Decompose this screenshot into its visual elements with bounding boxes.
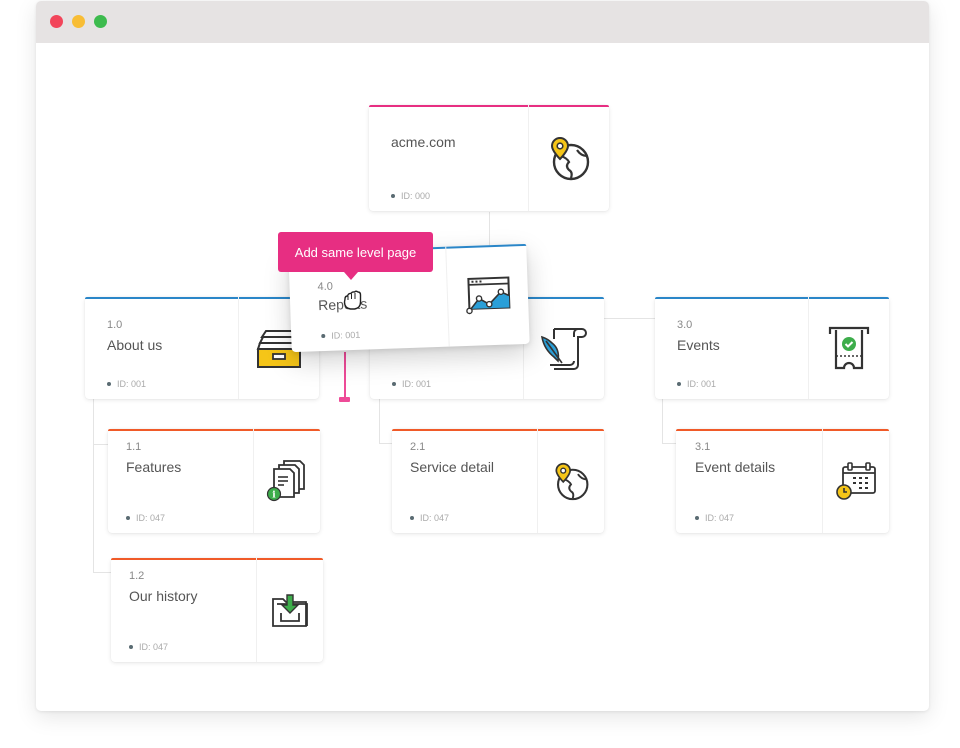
connector-line <box>489 212 490 248</box>
card-icon-cell <box>808 297 889 399</box>
svg-text:i: i <box>272 491 276 501</box>
card-id: ID: 001 <box>107 379 146 389</box>
sitemap-canvas: acme.com ID: 000 1.0 About us ID: 001 ID… <box>0 0 960 748</box>
drop-indicator-line <box>344 352 346 399</box>
card-number: 1.2 <box>129 570 145 582</box>
page-card-features[interactable]: 1.1 Features ID: 047 i <box>108 429 320 533</box>
page-card-event-details[interactable]: 3.1 Event details ID: 047 <box>676 429 889 533</box>
documents-info-icon: i <box>266 460 305 502</box>
scroll-quill-icon <box>540 328 587 370</box>
ticket-check-icon <box>828 326 870 370</box>
card-number: 1.0 <box>107 319 123 331</box>
card-title: Service detail <box>410 459 495 475</box>
card-number: 4.0 <box>317 280 334 294</box>
connector-line <box>379 399 380 443</box>
card-title: Events <box>677 337 720 353</box>
connector-line <box>662 443 676 444</box>
card-number: 2.1 <box>410 441 426 453</box>
card-icon-cell <box>537 429 604 533</box>
card-id: ID: 047 <box>695 513 734 523</box>
chart-window-icon <box>466 276 511 315</box>
card-icon-cell <box>523 297 604 399</box>
page-card-root[interactable]: acme.com ID: 000 <box>369 105 609 211</box>
card-title: acme.com <box>391 134 456 150</box>
card-title: Our history <box>129 588 198 604</box>
connector-line <box>93 572 111 573</box>
connector-line <box>603 318 655 319</box>
card-id: ID: 047 <box>126 513 165 523</box>
drop-indicator-handle <box>339 397 350 402</box>
page-card-service-detail[interactable]: 2.1 Service detail ID: 047 <box>392 429 604 533</box>
connector-line <box>379 443 393 444</box>
card-title: Features <box>126 459 182 475</box>
connector-line <box>662 399 663 443</box>
add-same-level-page-tooltip[interactable]: Add same level page <box>278 232 433 280</box>
card-id: ID: 001 <box>677 379 716 389</box>
globe-pin-icon <box>550 136 590 181</box>
page-card-our-history[interactable]: 1.2 Our history ID: 047 <box>111 558 323 662</box>
card-number: 3.1 <box>695 441 711 453</box>
calendar-clock-icon <box>836 462 876 500</box>
card-title: Event details <box>695 459 776 475</box>
card-icon-cell <box>822 429 889 533</box>
card-number: 3.0 <box>677 319 693 331</box>
card-number: 1.1 <box>126 441 142 453</box>
card-id: ID: 001 <box>392 379 431 389</box>
page-card-events[interactable]: 3.0 Events ID: 001 <box>655 297 889 399</box>
card-icon-cell: i <box>253 429 320 533</box>
card-id: ID: 001 <box>321 330 360 341</box>
grab-cursor-icon <box>343 290 362 310</box>
card-id: ID: 000 <box>391 191 430 201</box>
globe-pin-icon <box>555 462 589 501</box>
folder-download-icon <box>272 594 308 627</box>
card-icon-cell <box>256 558 323 662</box>
connector-line <box>93 399 94 572</box>
page-card-about-us[interactable]: 1.0 About us ID: 001 <box>85 297 319 399</box>
card-icon-cell <box>528 105 609 211</box>
card-id: ID: 047 <box>410 513 449 523</box>
card-id: ID: 047 <box>129 642 168 652</box>
connector-line <box>93 444 109 445</box>
card-icon-cell <box>445 243 530 347</box>
card-title: About us <box>107 337 163 353</box>
